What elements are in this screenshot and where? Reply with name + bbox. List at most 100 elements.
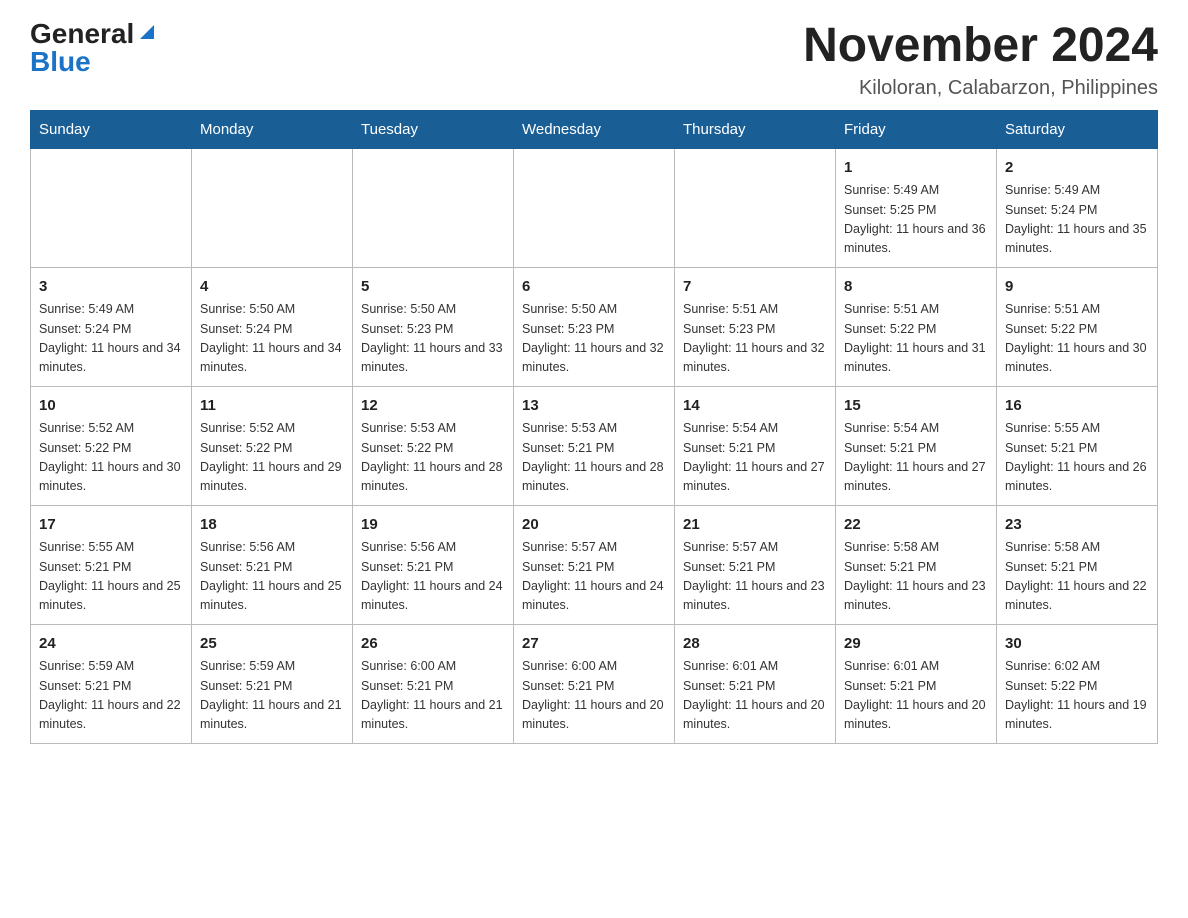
calendar-cell (192, 148, 353, 267)
page-title: November 2024 (803, 20, 1158, 73)
calendar-cell: 1Sunrise: 5:49 AM Sunset: 5:25 PM Daylig… (836, 148, 997, 267)
day-info: Sunrise: 5:51 AM Sunset: 5:22 PM Dayligh… (1005, 300, 1149, 378)
day-number: 11 (200, 395, 344, 418)
day-info: Sunrise: 6:00 AM Sunset: 5:21 PM Dayligh… (522, 657, 666, 735)
day-number: 6 (522, 276, 666, 299)
day-info: Sunrise: 5:55 AM Sunset: 5:21 PM Dayligh… (1005, 419, 1149, 497)
day-number: 5 (361, 276, 505, 299)
day-info: Sunrise: 5:49 AM Sunset: 5:25 PM Dayligh… (844, 181, 988, 259)
calendar-cell (514, 148, 675, 267)
day-info: Sunrise: 5:58 AM Sunset: 5:21 PM Dayligh… (844, 538, 988, 616)
calendar-cell: 11Sunrise: 5:52 AM Sunset: 5:22 PM Dayli… (192, 386, 353, 505)
calendar-cell: 10Sunrise: 5:52 AM Sunset: 5:22 PM Dayli… (31, 386, 192, 505)
calendar-cell: 4Sunrise: 5:50 AM Sunset: 5:24 PM Daylig… (192, 267, 353, 386)
calendar-cell: 29Sunrise: 6:01 AM Sunset: 5:21 PM Dayli… (836, 624, 997, 743)
day-info: Sunrise: 5:51 AM Sunset: 5:23 PM Dayligh… (683, 300, 827, 378)
day-number: 26 (361, 633, 505, 656)
day-info: Sunrise: 5:53 AM Sunset: 5:22 PM Dayligh… (361, 419, 505, 497)
day-number: 13 (522, 395, 666, 418)
calendar-cell: 17Sunrise: 5:55 AM Sunset: 5:21 PM Dayli… (31, 505, 192, 624)
day-number: 8 (844, 276, 988, 299)
day-number: 21 (683, 514, 827, 537)
day-number: 30 (1005, 633, 1149, 656)
logo-triangle-icon (136, 21, 158, 43)
day-number: 4 (200, 276, 344, 299)
column-header-saturday: Saturday (997, 110, 1158, 148)
calendar-cell: 6Sunrise: 5:50 AM Sunset: 5:23 PM Daylig… (514, 267, 675, 386)
day-number: 2 (1005, 157, 1149, 180)
calendar-header-row: SundayMondayTuesdayWednesdayThursdayFrid… (31, 110, 1158, 148)
calendar-cell: 9Sunrise: 5:51 AM Sunset: 5:22 PM Daylig… (997, 267, 1158, 386)
day-info: Sunrise: 5:55 AM Sunset: 5:21 PM Dayligh… (39, 538, 183, 616)
calendar-week-row: 10 Sunrise: 5:52 AM Sunset: 5:22 PM Dayli… (31, 386, 1158, 505)
day-number: 27 (522, 633, 666, 656)
day-info: Sunrise: 5:49 AM Sunset: 5:24 PM Dayligh… (1005, 181, 1149, 259)
day-number: 29 (844, 633, 988, 656)
day-info: Sunrise: 5:51 AM Sunset: 5:22 PM Dayligh… (844, 300, 988, 378)
day-info: Sunrise: 5:56 AM Sunset: 5:21 PM Dayligh… (361, 538, 505, 616)
day-number: 3 (39, 276, 183, 299)
day-info: Sunrise: 6:01 AM Sunset: 5:21 PM Dayligh… (683, 657, 827, 735)
day-info: Sunrise: 6:02 AM Sunset: 5:22 PM Dayligh… (1005, 657, 1149, 735)
calendar-cell: 27Sunrise: 6:00 AM Sunset: 5:21 PM Dayli… (514, 624, 675, 743)
calendar-cell: 12Sunrise: 5:53 AM Sunset: 5:22 PM Dayli… (353, 386, 514, 505)
calendar-table: SundayMondayTuesdayWednesdayThursdayFrid… (30, 110, 1158, 744)
day-number: 14 (683, 395, 827, 418)
column-header-thursday: Thursday (675, 110, 836, 148)
day-info: Sunrise: 5:59 AM Sunset: 5:21 PM Dayligh… (200, 657, 344, 735)
calendar-cell: 2Sunrise: 5:49 AM Sunset: 5:24 PM Daylig… (997, 148, 1158, 267)
logo-general-text: General (30, 20, 134, 48)
calendar-cell: 26Sunrise: 6:00 AM Sunset: 5:21 PM Dayli… (353, 624, 514, 743)
page-subtitle: Kiloloran, Calabarzon, Philippines (803, 77, 1158, 100)
day-number: 10 (39, 395, 183, 418)
day-info: Sunrise: 5:54 AM Sunset: 5:21 PM Dayligh… (683, 419, 827, 497)
day-info: Sunrise: 5:54 AM Sunset: 5:21 PM Dayligh… (844, 419, 988, 497)
column-header-tuesday: Tuesday (353, 110, 514, 148)
calendar-cell: 8Sunrise: 5:51 AM Sunset: 5:22 PM Daylig… (836, 267, 997, 386)
calendar-week-row: 24Sunrise: 5:59 AM Sunset: 5:21 PM Dayli… (31, 624, 1158, 743)
calendar-cell: 22Sunrise: 5:58 AM Sunset: 5:21 PM Dayli… (836, 505, 997, 624)
day-info: Sunrise: 5:58 AM Sunset: 5:21 PM Dayligh… (1005, 538, 1149, 616)
calendar-cell (31, 148, 192, 267)
calendar-cell: 13Sunrise: 5:53 AM Sunset: 5:21 PM Dayli… (514, 386, 675, 505)
calendar-week-row: 17Sunrise: 5:55 AM Sunset: 5:21 PM Dayli… (31, 505, 1158, 624)
column-header-monday: Monday (192, 110, 353, 148)
calendar-cell: 15Sunrise: 5:54 AM Sunset: 5:21 PM Dayli… (836, 386, 997, 505)
column-header-sunday: Sunday (31, 110, 192, 148)
day-info: Sunrise: 6:00 AM Sunset: 5:21 PM Dayligh… (361, 657, 505, 735)
day-info: Sunrise: 5:52 AM Sunset: 5:22 PM Dayligh… (200, 419, 344, 497)
calendar-cell: 5Sunrise: 5:50 AM Sunset: 5:23 PM Daylig… (353, 267, 514, 386)
calendar-week-row: 1Sunrise: 5:49 AM Sunset: 5:25 PM Daylig… (31, 148, 1158, 267)
calendar-cell: 3Sunrise: 5:49 AM Sunset: 5:24 PM Daylig… (31, 267, 192, 386)
day-number: 17 (39, 514, 183, 537)
day-number: 7 (683, 276, 827, 299)
day-info: Sunrise: 5:53 AM Sunset: 5:21 PM Dayligh… (522, 419, 666, 497)
day-number: 15 (844, 395, 988, 418)
calendar-cell: 23Sunrise: 5:58 AM Sunset: 5:21 PM Dayli… (997, 505, 1158, 624)
calendar-cell: 28Sunrise: 6:01 AM Sunset: 5:21 PM Dayli… (675, 624, 836, 743)
day-number: 28 (683, 633, 827, 656)
calendar-cell: 25Sunrise: 5:59 AM Sunset: 5:21 PM Dayli… (192, 624, 353, 743)
column-header-wednesday: Wednesday (514, 110, 675, 148)
calendar-cell (353, 148, 514, 267)
title-area: November 2024 Kiloloran, Calabarzon, Phi… (803, 20, 1158, 100)
calendar-cell: 30Sunrise: 6:02 AM Sunset: 5:22 PM Dayli… (997, 624, 1158, 743)
calendar-cell: 20Sunrise: 5:57 AM Sunset: 5:21 PM Dayli… (514, 505, 675, 624)
day-info: Sunrise: 5:50 AM Sunset: 5:23 PM Dayligh… (361, 300, 505, 378)
day-info: Sunrise: 5:49 AM Sunset: 5:24 PM Dayligh… (39, 300, 183, 378)
day-info: Sunrise: 6:01 AM Sunset: 5:21 PM Dayligh… (844, 657, 988, 735)
calendar-cell: 16Sunrise: 5:55 AM Sunset: 5:21 PM Dayli… (997, 386, 1158, 505)
day-number: 19 (361, 514, 505, 537)
column-header-friday: Friday (836, 110, 997, 148)
day-number: 9 (1005, 276, 1149, 299)
day-number: 18 (200, 514, 344, 537)
day-number: 16 (1005, 395, 1149, 418)
day-info: Sunrise: 5:50 AM Sunset: 5:23 PM Dayligh… (522, 300, 666, 378)
day-number: 23 (1005, 514, 1149, 537)
day-info: Sunrise: 5:59 AM Sunset: 5:21 PM Dayligh… (39, 657, 183, 735)
day-number: 12 (361, 395, 505, 418)
calendar-cell (675, 148, 836, 267)
calendar-cell: 24Sunrise: 5:59 AM Sunset: 5:21 PM Dayli… (31, 624, 192, 743)
calendar-cell: 18Sunrise: 5:56 AM Sunset: 5:21 PM Dayli… (192, 505, 353, 624)
day-info: Sunrise: 5:50 AM Sunset: 5:24 PM Dayligh… (200, 300, 344, 378)
